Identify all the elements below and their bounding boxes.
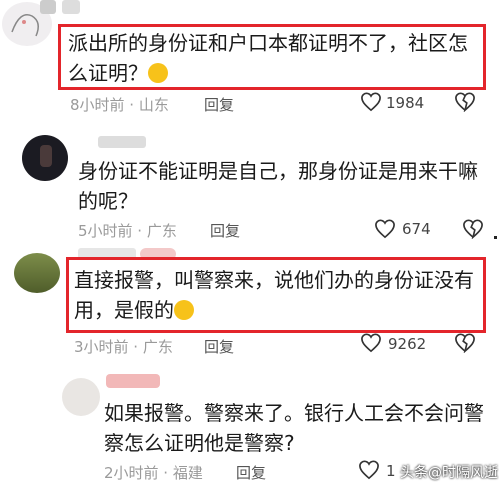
reply-button[interactable]: 回复 [236, 462, 266, 483]
comment-meta: 3小时前 · 广东 [74, 338, 173, 356]
comment-meta: 2小时前 · 福建 [104, 464, 203, 482]
watermark: 头条@时隔风逝 [400, 465, 498, 481]
comment-text: 如果报警。警察来了。银行人工会不会问警察怎么证明他是警察? [104, 401, 484, 455]
avatar[interactable] [62, 378, 100, 416]
dislike-heart-icon[interactable] [454, 92, 476, 112]
comment-meta: 5小时前 · 广东 [78, 222, 177, 240]
comment-text: 直接报警，叫警察来，说他们办的身份证没有用，是假的 [74, 268, 474, 322]
like-count: 674 [402, 220, 431, 238]
comment-text: 派出所的身份证和户口本都证明不了，社区怎么证明？ [68, 31, 468, 85]
avatar[interactable] [22, 135, 68, 181]
reply-button[interactable]: 回复 [204, 94, 234, 115]
comment-meta: 8小时前 · 山东 [70, 96, 169, 114]
reply-button[interactable]: 回复 [204, 336, 234, 357]
grin-emoji-icon [174, 300, 194, 320]
dislike-heart-icon[interactable] [462, 219, 484, 239]
username-redacted [40, 0, 56, 14]
comment-text: 身份证不能证明是自己，那身份证是用来干嘛的呢？ [78, 159, 478, 213]
username-redacted [62, 0, 80, 14]
reply-button[interactable]: 回复 [210, 220, 240, 241]
like-count: 1984 [386, 94, 425, 112]
dislike-heart-icon[interactable] [454, 333, 476, 353]
heart-icon[interactable] [360, 333, 382, 353]
heart-icon[interactable] [374, 219, 396, 239]
like-count: 1 [386, 462, 396, 480]
avatar[interactable] [14, 253, 60, 293]
like-count: 9262 [388, 335, 427, 353]
heart-icon[interactable] [358, 460, 380, 480]
heart-icon[interactable] [360, 92, 382, 112]
username-redacted [106, 374, 160, 388]
username-redacted [98, 136, 146, 148]
dot [494, 236, 497, 239]
laugh-cry-emoji-icon [148, 63, 168, 83]
